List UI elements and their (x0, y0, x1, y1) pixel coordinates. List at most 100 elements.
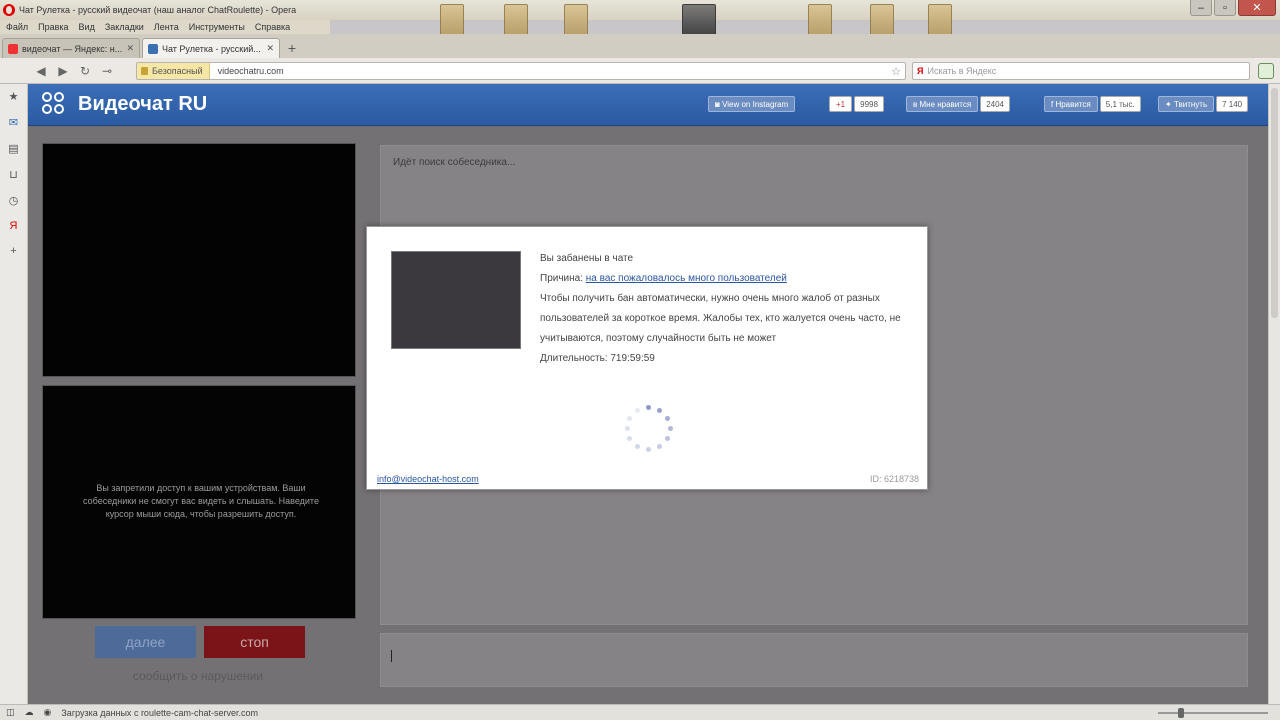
own-video[interactable]: Вы запретили доступ к вашим устройствам.… (42, 385, 356, 619)
new-tab-button[interactable]: + (282, 38, 302, 58)
chat-status: Идёт поиск собеседника... (393, 157, 516, 168)
scrollbar-thumb[interactable] (1271, 88, 1278, 318)
key-icon[interactable]: ⊸ (96, 61, 118, 81)
menu-feeds[interactable]: Лента (154, 22, 179, 32)
ban-reason-label: Причина: (540, 273, 583, 284)
fb-share: f Нравится 5,1 тыс. (1044, 96, 1141, 112)
opera-logo-icon[interactable] (3, 4, 15, 16)
vk-count: 2404 (980, 96, 1010, 112)
yandex-icon[interactable]: Я (10, 220, 18, 232)
security-badge[interactable]: Безопасный (137, 63, 210, 79)
fb-count: 5,1 тыс. (1099, 96, 1141, 112)
address-toolbar: ◀ ▶ ↻ ⊸ Безопасный videochatru.com ☆ Я И… (0, 58, 1280, 84)
instagram-share: ◙ View on Instagram (708, 96, 796, 112)
tab-label: видеочат — Яндекс: н... (22, 43, 123, 54)
site-header: Видеочат RU ◙ View on Instagram +1 9998 … (28, 84, 1268, 126)
menu-bar: Файл Правка Вид Закладки Лента Инструмен… (0, 20, 330, 34)
window-titlebar: Чат Рулетка - русский видеочат (наш анал… (0, 0, 1280, 36)
panel-toggle-icon[interactable] (1258, 63, 1274, 79)
ban-reason-link[interactable]: на вас пожаловалось много пользователей (586, 273, 787, 284)
yandex-icon: Я (917, 66, 924, 76)
partner-video (42, 143, 356, 377)
tab-label: Чат Рулетка - русский... (162, 43, 261, 54)
tweet-label: Твитнуть (1173, 99, 1208, 109)
menu-tools[interactable]: Инструменты (189, 22, 245, 32)
desktop-folder-icon (504, 4, 528, 36)
support-email-link[interactable]: info@videochat-host.com (377, 474, 479, 484)
ban-title: Вы забанены в чате (540, 253, 634, 264)
close-window-button[interactable]: ✕ (1238, 0, 1276, 16)
cloud-icon[interactable]: ☁ (25, 707, 34, 718)
site-logo-text[interactable]: Видеочат RU (78, 93, 207, 116)
search-input[interactable]: Я Искать в Яндекс (912, 62, 1250, 80)
device-access-message[interactable]: Вы запретили доступ к вашим устройствам.… (73, 482, 329, 521)
instagram-label: View on Instagram (722, 99, 789, 109)
desktop-folder-icon (440, 4, 464, 36)
forward-icon[interactable]: ▶ (52, 61, 74, 81)
loading-spinner-icon (625, 405, 673, 453)
mail-icon[interactable]: ✉ (9, 116, 18, 129)
ban-details: Вы забанены в чате Причина: на вас пожал… (540, 249, 910, 369)
logo-icon[interactable] (42, 91, 68, 118)
tab-bar: видеочат — Яндекс: н... ✕ Чат Рулетка - … (0, 34, 1280, 58)
transfers-icon[interactable]: ⊔ (9, 168, 18, 181)
vk-share: в Мне нравится 2404 (906, 96, 1010, 112)
vk-label: Мне нравится (919, 99, 972, 109)
search-placeholder: Искать в Яндекс (927, 66, 997, 76)
history-icon[interactable]: ◷ (9, 194, 19, 207)
zoom-slider[interactable] (1158, 708, 1268, 718)
url-text[interactable]: videochatru.com (210, 66, 284, 76)
security-label: Безопасный (152, 66, 203, 76)
chat-message-input[interactable] (380, 633, 1248, 687)
plus-icon[interactable]: + (10, 245, 16, 257)
tab-close-icon[interactable]: ✕ (126, 43, 134, 54)
desktop-folder-icon (564, 4, 588, 36)
desktop-box-icon (870, 4, 894, 36)
page-scrollbar[interactable] (1268, 84, 1280, 704)
notes-icon[interactable]: ▤ (8, 142, 18, 155)
lock-icon (141, 67, 148, 75)
menu-edit[interactable]: Правка (38, 22, 68, 32)
window-title: Чат Рулетка - русский видеочат (наш анал… (19, 5, 297, 15)
ban-reason: Причина: на вас пожаловалось много польз… (540, 269, 910, 289)
browser-sidebar: ★ ✉ ▤ ⊔ ◷ Я + (0, 84, 28, 704)
desktop-folder-icon (928, 4, 952, 36)
menu-help[interactable]: Справка (255, 22, 290, 32)
turbo-icon[interactable]: ◉ (44, 707, 52, 718)
tweet-count: 7 140 (1216, 96, 1249, 112)
tab-close-icon[interactable]: ✕ (266, 43, 274, 54)
reload-icon[interactable]: ↻ (74, 61, 96, 81)
twitter-share: ✦ Твитнуть 7 140 (1158, 96, 1249, 112)
tweet-button[interactable]: ✦ Твитнуть (1158, 96, 1215, 112)
vk-like-button[interactable]: в Мне нравится (906, 96, 979, 112)
ban-dialog: Вы забанены в чате Причина: на вас пожал… (366, 226, 928, 490)
minimize-button[interactable]: – (1190, 0, 1212, 16)
browser-status-bar: ◫ ☁ ◉ Загрузка данных с roulette-cam-cha… (0, 704, 1280, 720)
back-icon[interactable]: ◀ (30, 61, 52, 81)
star-icon[interactable]: ★ (9, 90, 19, 103)
menu-file[interactable]: Файл (6, 22, 28, 32)
next-button[interactable]: далее (95, 626, 196, 658)
desktop-image-icon (682, 4, 716, 36)
menu-view[interactable]: Вид (79, 22, 95, 32)
ban-duration: Длительность: 719:59:59 (540, 353, 655, 364)
zoom-thumb[interactable] (1178, 708, 1184, 718)
gplus-button[interactable]: +1 (829, 96, 853, 112)
instagram-button[interactable]: ◙ View on Instagram (708, 96, 796, 112)
status-text: Загрузка данных с roulette-cam-chat-serv… (61, 707, 258, 718)
text-caret (391, 650, 392, 662)
fb-like-button[interactable]: f Нравится (1044, 96, 1098, 112)
report-link[interactable]: сообщить о нарушении (88, 669, 308, 683)
gplus-share: +1 9998 (829, 96, 884, 112)
stop-button[interactable]: стоп (204, 626, 305, 658)
gplus-count: 9998 (854, 96, 884, 112)
desktop-box-icon (808, 4, 832, 36)
url-bar[interactable]: Безопасный videochatru.com ☆ (136, 62, 906, 80)
maximize-button[interactable]: ▫ (1214, 0, 1236, 16)
panel-icon[interactable]: ◫ (6, 707, 15, 718)
bookmark-star-icon[interactable]: ☆ (891, 65, 901, 78)
tab-yandex[interactable]: видеочат — Яндекс: н... ✕ (2, 38, 140, 58)
fb-label: Нравится (1055, 99, 1091, 109)
menu-bookmarks[interactable]: Закладки (105, 22, 144, 32)
tab-chat-roulette[interactable]: Чат Рулетка - русский... ✕ (142, 38, 280, 58)
